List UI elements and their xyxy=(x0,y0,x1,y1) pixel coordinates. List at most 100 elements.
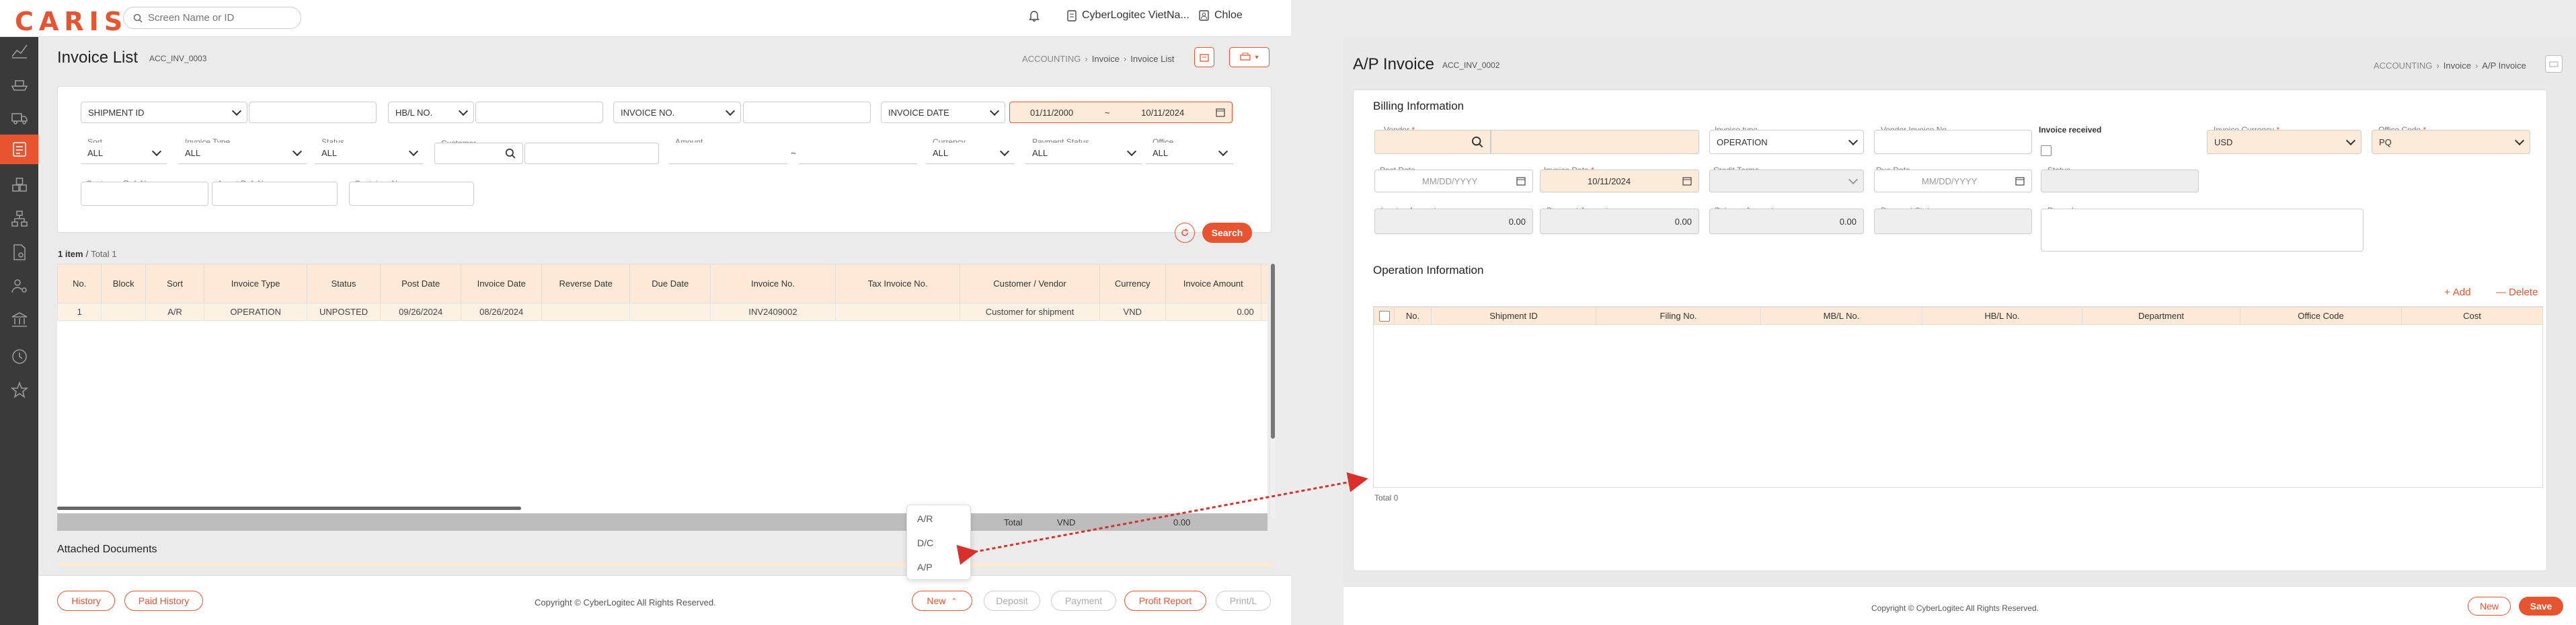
vendor-code-input[interactable] xyxy=(1374,130,1491,154)
calendar-icon[interactable] xyxy=(1682,176,1692,186)
ap-breadcrumb-invoice[interactable]: Invoice xyxy=(2444,61,2471,71)
column-header[interactable]: Block xyxy=(101,264,146,303)
column-header[interactable]: Invoice Amount xyxy=(1165,264,1261,303)
ap-toolbar-button[interactable] xyxy=(2545,55,2563,73)
sidebar-dashboard[interactable] xyxy=(0,37,38,64)
amount-from-input[interactable] xyxy=(668,143,787,164)
column-header[interactable]: Invoice No. xyxy=(710,264,836,303)
search-icon[interactable] xyxy=(1471,136,1483,148)
user-menu[interactable]: Chloe xyxy=(1199,9,1243,22)
container-input[interactable] xyxy=(349,182,474,206)
global-search[interactable] xyxy=(123,7,301,29)
sort-select[interactable]: ALL xyxy=(81,143,167,164)
column-header[interactable]: Due Date xyxy=(629,264,711,303)
invoice-date-input[interactable]: 10/11/2024 xyxy=(1540,170,1699,192)
operation-column-header[interactable]: HB/L No. xyxy=(1922,307,2082,325)
operation-column-header[interactable]: Office Code xyxy=(2240,307,2402,325)
remark-textarea[interactable] xyxy=(2041,209,2364,252)
sidebar-ocean[interactable] xyxy=(0,71,38,98)
export-button[interactable] xyxy=(1194,47,1214,67)
paid-history-button[interactable]: Paid History xyxy=(124,591,203,611)
calendar-icon[interactable] xyxy=(2015,176,2025,186)
ap-breadcrumb-accounting[interactable]: ACCOUNTING xyxy=(2374,61,2432,71)
date-to[interactable]: 10/11/2024 xyxy=(1141,108,1184,118)
company-selector[interactable]: CyberLogitec VietNa... xyxy=(1067,9,1189,22)
search-button[interactable]: Search xyxy=(1202,223,1252,243)
new-button[interactable]: New ⌃ xyxy=(912,591,972,611)
breadcrumb-accounting[interactable]: ACCOUNTING xyxy=(1022,54,1081,64)
office-code-select[interactable]: PQ xyxy=(2372,130,2530,154)
sidebar-air[interactable] xyxy=(0,104,38,131)
column-header[interactable]: No. xyxy=(57,264,102,303)
invoice-date-select[interactable]: INVOICE DATE xyxy=(881,102,1005,123)
vendor-invoice-no-input[interactable] xyxy=(1874,130,2032,154)
delete-row-button[interactable]: — Delete xyxy=(2496,287,2538,298)
date-from[interactable]: 01/11/2000 xyxy=(1030,108,1073,118)
sidebar-accounting[interactable] xyxy=(0,135,38,164)
print-menu-button[interactable]: ▾ xyxy=(1229,47,1270,67)
add-row-button[interactable]: + Add xyxy=(2444,287,2470,298)
invoice-currency-select[interactable]: USD xyxy=(2207,130,2362,154)
agent-ref-input[interactable] xyxy=(212,182,338,206)
operation-column-header[interactable]: Shipment ID xyxy=(1431,307,1596,325)
sidebar-documents[interactable] xyxy=(0,239,38,266)
hbl-no-select[interactable]: HB/L NO. xyxy=(388,102,474,123)
currency-select[interactable]: ALL xyxy=(926,143,1015,164)
search-icon[interactable] xyxy=(505,148,516,159)
column-header[interactable]: Customer / Vendor xyxy=(960,264,1100,303)
select-all-checkbox[interactable] xyxy=(1378,310,1390,322)
hbl-no-input[interactable] xyxy=(475,102,603,123)
breadcrumb-invoice[interactable]: Invoice xyxy=(1092,54,1120,64)
sidebar-billing[interactable] xyxy=(0,306,38,333)
invoice-no-select[interactable]: INVOICE NO. xyxy=(613,102,741,123)
profit-report-button[interactable]: Profit Report xyxy=(1124,591,1206,611)
post-date-input[interactable]: MM/DD/YYYY xyxy=(1374,170,1533,192)
payment-status-select[interactable]: ALL xyxy=(1025,143,1142,164)
customer-code-input[interactable] xyxy=(434,143,523,164)
column-header[interactable]: Reverse Date xyxy=(541,264,631,303)
column-header[interactable]: Invoice Date xyxy=(461,264,543,303)
operation-column-header[interactable]: MB/L No. xyxy=(1760,307,1922,325)
customer-name-input[interactable] xyxy=(524,143,659,164)
calendar-icon[interactable] xyxy=(1516,176,1526,186)
ap-save-button[interactable]: Save xyxy=(2519,597,2563,616)
calendar-icon[interactable] xyxy=(1216,108,1225,117)
sidebar-customs[interactable] xyxy=(0,205,38,232)
office-select[interactable]: ALL xyxy=(1146,143,1233,164)
column-header[interactable]: Paid Amou xyxy=(1260,264,1267,303)
payment-button[interactable]: Payment xyxy=(1051,591,1116,611)
invoice-type-select[interactable]: ALL xyxy=(178,143,307,164)
invoice-date-range[interactable]: 01/11/2000 ~ 10/11/2024 xyxy=(1009,102,1233,123)
notification-bell[interactable] xyxy=(1029,9,1040,22)
operation-column-header[interactable]: Department xyxy=(2082,307,2240,325)
sidebar-history[interactable] xyxy=(0,343,38,370)
column-header[interactable]: Tax Invoice No. xyxy=(834,264,961,303)
deposit-button[interactable]: Deposit xyxy=(984,591,1040,611)
column-header[interactable]: Invoice Type xyxy=(204,264,308,303)
history-button[interactable]: History xyxy=(57,591,115,611)
shipment-id-select[interactable]: SHIPMENT ID xyxy=(81,102,247,123)
amount-to-input[interactable] xyxy=(799,143,917,164)
vendor-name-input[interactable] xyxy=(1491,130,1699,154)
table-row[interactable]: 1 A/R OPERATION UNPOSTED 09/26/2024 08/26/202… xyxy=(57,303,1267,321)
operation-column-header[interactable]: No. xyxy=(1394,307,1432,325)
shipment-id-input[interactable] xyxy=(249,102,377,123)
invoice-type-select[interactable]: OPERATION xyxy=(1709,130,1864,154)
sidebar-warehouse[interactable] xyxy=(0,172,38,198)
global-search-input[interactable] xyxy=(148,12,289,24)
column-header[interactable]: Post Date xyxy=(380,264,462,303)
invoice-received-checkbox[interactable] xyxy=(2041,145,2052,156)
app-logo[interactable]: CARIS xyxy=(15,7,128,36)
customer-ref-input[interactable] xyxy=(81,182,208,206)
column-header[interactable]: Sort xyxy=(145,264,205,303)
sidebar-settings[interactable] xyxy=(0,272,38,299)
reset-button[interactable] xyxy=(1175,223,1195,243)
print-button[interactable]: Print/L xyxy=(1216,591,1271,611)
sidebar-favorites[interactable] xyxy=(0,377,38,404)
invoice-no-input[interactable] xyxy=(743,102,871,123)
operation-column-header[interactable]: Filing No. xyxy=(1596,307,1761,325)
status-select[interactable]: ALL xyxy=(315,143,424,164)
due-date-input[interactable]: MM/DD/YYYY xyxy=(1874,170,2032,192)
operation-column-header[interactable]: Cost xyxy=(2401,307,2543,325)
table-horizontal-scrollbar[interactable] xyxy=(57,507,521,510)
